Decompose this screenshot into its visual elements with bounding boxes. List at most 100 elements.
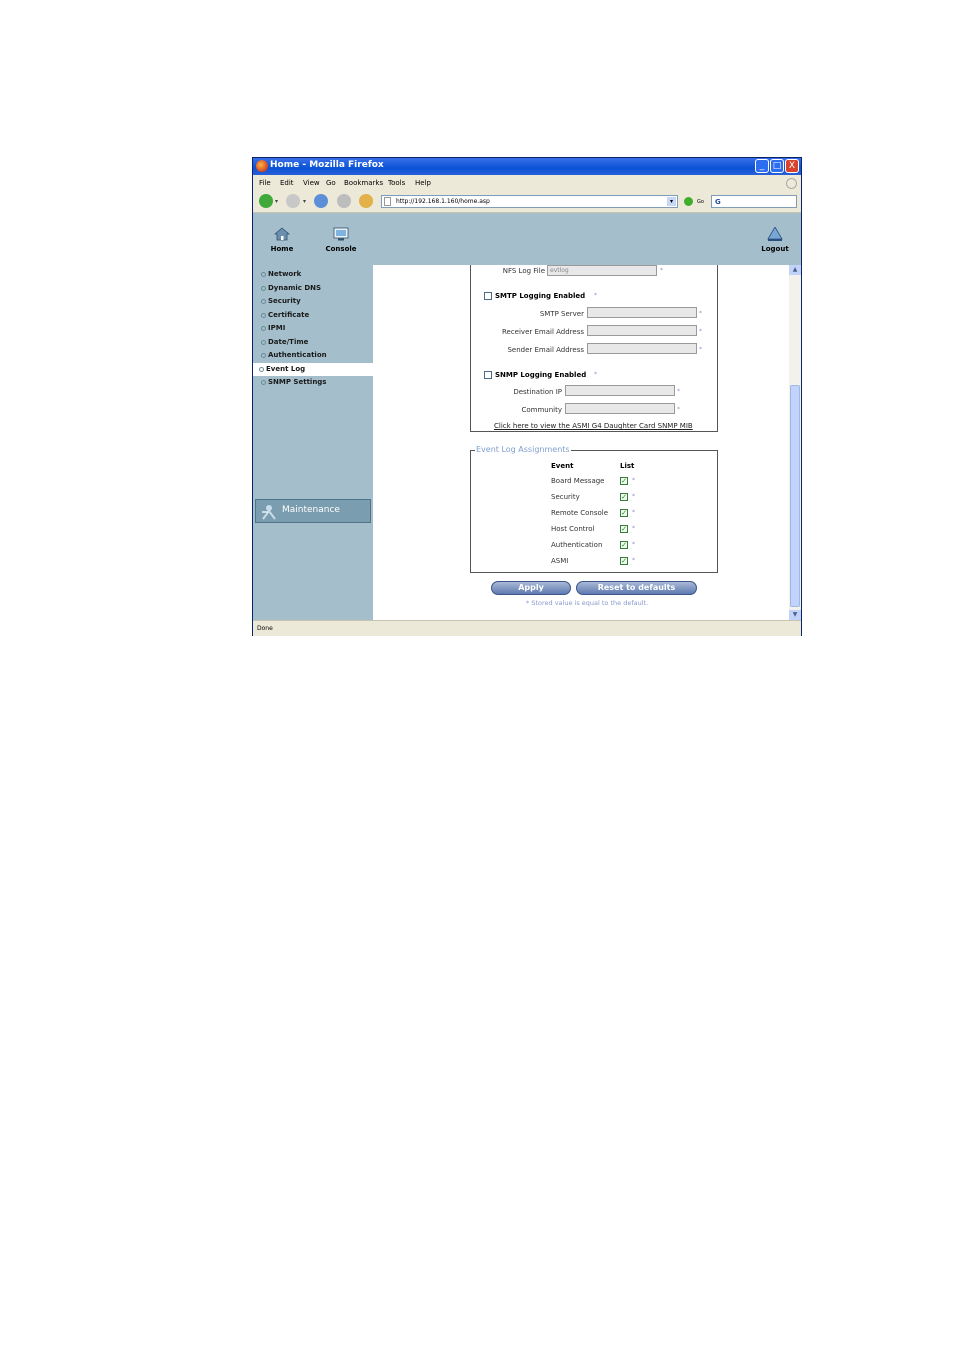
reset-defaults-button[interactable]: Reset to defaults — [576, 581, 697, 595]
minimize-button[interactable]: _ — [755, 159, 769, 173]
board-message-asterisk: * — [632, 477, 635, 484]
bullet-icon — [261, 313, 266, 318]
home-browser-icon[interactable] — [359, 194, 373, 208]
sidebar-item-ipmi[interactable]: IPMI — [255, 322, 371, 335]
main-content: NFS Log File evtlog * SMTP Logging Enabl… — [373, 265, 789, 620]
community-asterisk: * — [677, 406, 680, 413]
console-nav-button[interactable]: Console — [323, 227, 359, 253]
status-bar: Done — [253, 620, 801, 636]
board-message-checkbox[interactable]: ✓ — [620, 477, 628, 485]
sender-email-label: Sender Email Address — [507, 346, 584, 354]
maintenance-section[interactable]: Maintenance — [255, 499, 371, 523]
menu-file[interactable]: File — [259, 179, 271, 187]
remote-console-asterisk: * — [632, 509, 635, 516]
smtp-server-asterisk: * — [699, 310, 702, 317]
smtp-enabled-checkbox[interactable] — [484, 292, 492, 300]
bullet-icon — [261, 299, 266, 304]
event-host-control: Host Control — [551, 525, 595, 533]
sender-email-asterisk: * — [699, 346, 702, 353]
back-icon[interactable] — [259, 194, 273, 208]
sidebar-item-dynamic-dns[interactable]: Dynamic DNS — [255, 282, 371, 295]
remote-console-checkbox[interactable]: ✓ — [620, 509, 628, 517]
authentication-checkbox[interactable]: ✓ — [620, 541, 628, 549]
menu-bar: File Edit View Go Bookmarks Tools Help — [253, 176, 801, 190]
list-column-header: List — [620, 462, 635, 470]
receiver-email-input[interactable] — [587, 325, 697, 336]
forward-dropdown-icon[interactable]: ▾ — [303, 198, 306, 205]
snmp-enabled-checkbox[interactable] — [484, 371, 492, 379]
scroll-up-icon[interactable]: ▲ — [789, 265, 801, 275]
reload-icon[interactable] — [314, 194, 328, 208]
menu-bookmarks[interactable]: Bookmarks — [344, 179, 383, 187]
nfs-log-file-input[interactable]: evtlog — [547, 265, 657, 276]
snmp-mib-link[interactable]: Click here to view the ASMI G4 Daughter … — [494, 422, 693, 430]
asmi-checkbox[interactable]: ✓ — [620, 557, 628, 565]
close-button[interactable]: X — [785, 159, 799, 173]
go-label[interactable]: Go — [697, 199, 704, 205]
scroll-down-icon[interactable]: ▼ — [789, 610, 801, 620]
maintenance-label: Maintenance — [282, 505, 340, 515]
logout-button[interactable]: Logout — [757, 227, 793, 253]
event-column-header: Event — [551, 462, 574, 470]
search-box[interactable]: G — [711, 195, 797, 208]
receiver-email-asterisk: * — [699, 328, 702, 335]
vertical-scrollbar[interactable]: ▲ ▼ — [789, 265, 801, 620]
url-dropdown-icon[interactable]: ▾ — [667, 197, 676, 206]
destination-ip-input[interactable] — [565, 385, 675, 396]
sidebar-item-authentication[interactable]: Authentication — [255, 349, 371, 362]
event-remote-console: Remote Console — [551, 509, 609, 517]
menu-view[interactable]: View — [303, 179, 320, 187]
bullet-icon — [259, 367, 264, 372]
apply-button[interactable]: Apply — [491, 581, 571, 595]
scroll-thumb[interactable] — [790, 385, 800, 607]
menu-help[interactable]: Help — [415, 179, 431, 187]
logout-label: Logout — [761, 245, 789, 253]
maximize-button[interactable]: □ — [770, 159, 784, 173]
maintenance-icon — [262, 505, 276, 520]
window-title: Home - Mozilla Firefox — [270, 160, 384, 170]
destination-ip-asterisk: * — [677, 388, 680, 395]
throbber-icon — [786, 178, 797, 189]
host-control-checkbox[interactable]: ✓ — [620, 525, 628, 533]
snmp-asterisk: * — [594, 371, 597, 378]
sender-email-input[interactable] — [587, 343, 697, 354]
default-note: * Stored value is equal to the default. — [526, 599, 649, 607]
sidebar-item-event-log[interactable]: Event Log — [253, 363, 373, 376]
destination-ip-label: Destination IP — [513, 388, 562, 396]
home-nav-button[interactable]: Home — [268, 227, 296, 253]
event-log-assignments-legend: Event Log Assignments — [475, 445, 571, 454]
sidebar-item-certificate[interactable]: Certificate — [255, 309, 371, 322]
sidebar: Network Dynamic DNS Security Certificate… — [253, 265, 373, 620]
go-icon[interactable] — [684, 197, 693, 206]
host-control-asterisk: * — [632, 525, 635, 532]
smtp-enabled-label: SMTP Logging Enabled — [495, 292, 586, 300]
event-asmi: ASMI — [551, 557, 569, 565]
sidebar-item-snmp-settings[interactable]: SNMP Settings — [255, 376, 371, 389]
snmp-enabled-label: SNMP Logging Enabled — [495, 371, 587, 379]
menu-edit[interactable]: Edit — [280, 179, 294, 187]
forward-icon[interactable] — [286, 194, 300, 208]
bullet-icon — [261, 286, 266, 291]
menu-go[interactable]: Go — [326, 179, 336, 187]
sidebar-item-network[interactable]: Network — [255, 268, 371, 281]
security-checkbox[interactable]: ✓ — [620, 493, 628, 501]
authentication-asterisk: * — [632, 541, 635, 548]
menu-tools[interactable]: Tools — [388, 179, 405, 187]
back-dropdown-icon[interactable]: ▾ — [275, 198, 278, 205]
status-text: Done — [257, 625, 273, 632]
title-bar: Home - Mozilla Firefox _ □ X — [253, 158, 801, 175]
firefox-icon — [256, 160, 268, 172]
sidebar-item-security[interactable]: Security — [255, 295, 371, 308]
bullet-icon — [261, 326, 266, 331]
bullet-icon — [261, 353, 266, 358]
security-asterisk: * — [632, 493, 635, 500]
sidebar-item-date-time[interactable]: Date/Time — [255, 336, 371, 349]
stop-icon[interactable] — [337, 194, 351, 208]
community-input[interactable] — [565, 403, 675, 414]
browser-window: Home - Mozilla Firefox _ □ X File Edit V… — [252, 157, 802, 636]
console-icon — [333, 227, 349, 241]
smtp-server-input[interactable] — [587, 307, 697, 318]
url-bar[interactable]: http://192.168.1.160/home.asp ▾ — [381, 195, 678, 208]
console-label: Console — [325, 245, 357, 253]
smtp-server-label: SMTP Server — [539, 310, 584, 318]
